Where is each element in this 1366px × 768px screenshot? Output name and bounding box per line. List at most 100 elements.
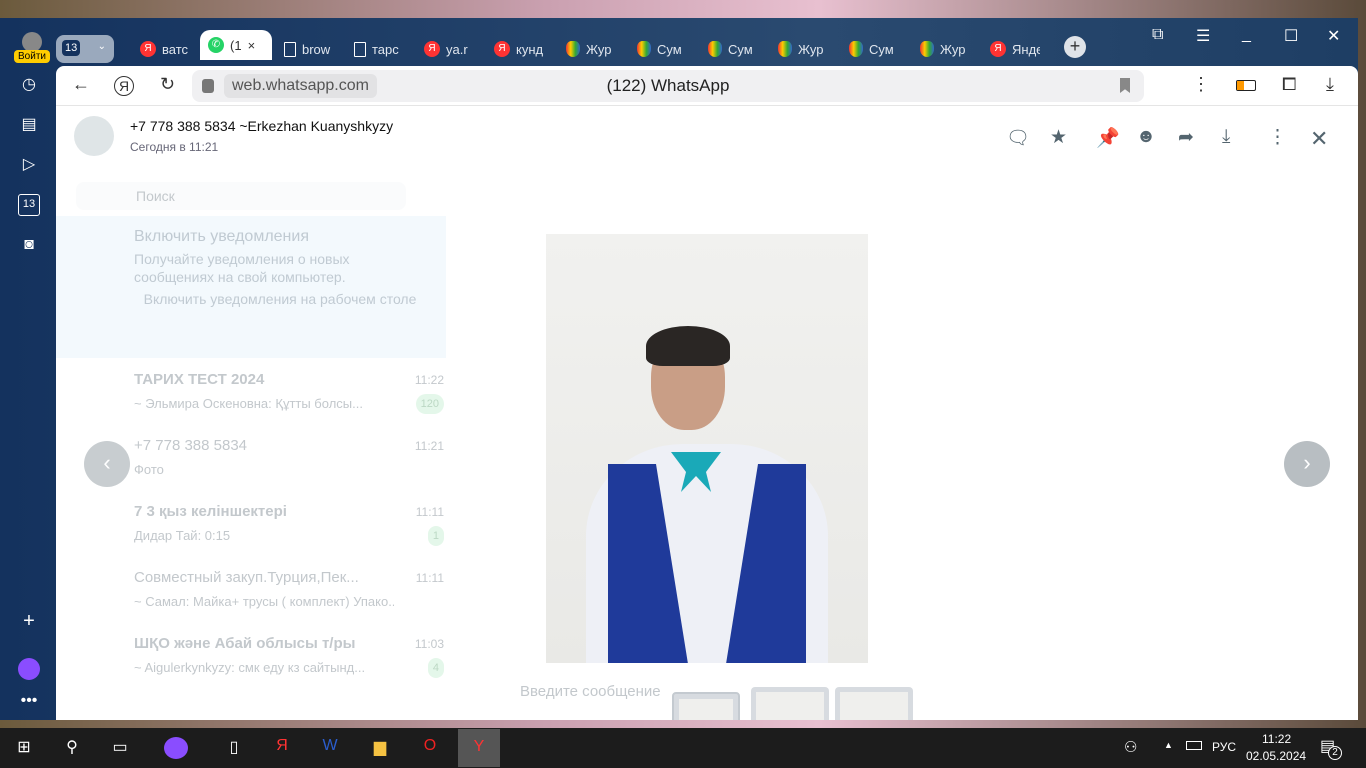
more-vertical-icon[interactable]: ⋮	[1192, 74, 1210, 95]
opera-icon[interactable]: O	[418, 737, 442, 759]
thumbnail[interactable]	[751, 687, 829, 720]
tab-active[interactable]: ✆ (1 ×	[200, 30, 272, 60]
chat-preview: ~ Эльмира Оскеновна: Құтты болсы...	[134, 396, 363, 411]
minimize-button[interactable]: _	[1242, 26, 1251, 44]
tab[interactable]: Сум	[849, 36, 901, 62]
yandex-app-icon[interactable]: Я	[270, 737, 294, 759]
reload-icon[interactable]: ↻	[160, 74, 175, 95]
chat-item[interactable]: Совместный закуп.Турция,Пек... 11:11 ~ Сам…	[134, 568, 444, 634]
tab[interactable]: Сум	[637, 36, 689, 62]
chat-preview: Дидар Тай: 0:15	[134, 528, 231, 543]
chat-name: ШҚО және Абай облысы т/ры	[134, 635, 356, 652]
chat-item[interactable]: ТАРИХ ТЕСТ 2024 11:22 ~ Эльмира Оскеновна:…	[134, 370, 444, 436]
notification-banner[interactable]: Включить уведомления Получайте уведомлен…	[56, 216, 446, 358]
task-view-icon[interactable]: ▭	[108, 737, 132, 759]
alice-icon[interactable]	[18, 658, 40, 680]
tab-group-button[interactable]: 13 ⌄	[56, 35, 114, 63]
forward-icon[interactable]: ➦	[1178, 126, 1194, 149]
tab[interactable]: тарс	[354, 36, 404, 62]
close-tab-icon[interactable]: ×	[248, 38, 256, 53]
close-viewer-icon[interactable]: ✕	[1310, 126, 1328, 152]
tab-label: Сум	[728, 41, 753, 57]
more-options-icon[interactable]: ⋮	[1268, 126, 1287, 149]
chat-item[interactable]: +7 778 388 5834 11:21 Фото	[134, 436, 444, 502]
menu-icon[interactable]: ☰	[1196, 26, 1210, 46]
chat-item[interactable]: ШҚО және Абай облысы т/ры 11:03 ~ Aigulerk…	[134, 634, 444, 700]
battery-saver-icon[interactable]	[1236, 80, 1256, 91]
bookmarks-icon[interactable]: ⧉	[1152, 26, 1163, 44]
clock-date[interactable]: 02.05.2024	[1246, 749, 1306, 763]
chat-name: 7 3 қыз келіншектері	[134, 503, 287, 520]
clock-time[interactable]: 11:22	[1262, 732, 1291, 746]
download-icon[interactable]: ⤓	[1222, 126, 1230, 148]
tab[interactable]: Я Янде	[990, 36, 1040, 62]
battery-icon[interactable]	[1186, 741, 1202, 750]
reply-icon[interactable]: 🗨	[1006, 126, 1030, 150]
history-icon[interactable]: ◷	[18, 74, 40, 96]
new-tab-button[interactable]: +	[1064, 36, 1086, 58]
page-title: (122) WhatsApp	[606, 76, 730, 95]
browser-toolbar: ← Я ↻ web.whatsapp.com (122) WhatsApp ⋮ …	[56, 66, 1358, 106]
tab-label: кунд	[516, 41, 544, 57]
chat-time: 11:11	[415, 571, 444, 585]
tab[interactable]: Якунд	[494, 36, 549, 62]
login-button[interactable]: Войти	[14, 50, 50, 63]
chat-time: 11:11	[415, 505, 444, 519]
unread-badge: 120	[415, 394, 444, 414]
tab-label: ya.r	[446, 41, 468, 57]
pin-icon[interactable]: 📌	[1096, 126, 1120, 150]
yandex-icon: Я	[424, 41, 440, 57]
maximize-button[interactable]: ☐	[1284, 26, 1298, 46]
page-content: ← Я ↻ web.whatsapp.com (122) WhatsApp ⋮ …	[56, 66, 1358, 720]
chat-item[interactable]: 7 3 қыз келіншектері 11:11 Дидар Тай: 0:15…	[134, 502, 444, 568]
react-emoji-icon[interactable]: ☻	[1136, 126, 1156, 148]
tab[interactable]: Жур	[566, 36, 618, 62]
more-icon[interactable]: •••	[18, 690, 40, 712]
diary-hand-icon	[566, 41, 580, 57]
file-icon[interactable]: ▯	[222, 737, 246, 759]
search-icon[interactable]: ⚲	[60, 737, 84, 759]
previous-media-button[interactable]: ‹	[84, 441, 130, 487]
search-input[interactable]: Поиск	[76, 182, 406, 210]
chat-name: +7 778 388 5834	[134, 437, 248, 454]
profile-avatar[interactable]	[22, 32, 42, 52]
show-hidden-icons[interactable]: ▲	[1164, 740, 1173, 750]
message-input[interactable]: Введите сообщение	[520, 683, 661, 700]
tab[interactable]: Яya.r	[424, 36, 484, 62]
video-icon[interactable]: ▷	[18, 154, 40, 176]
next-media-button[interactable]: ›	[1284, 441, 1330, 487]
tab[interactable]: Жур	[778, 36, 830, 62]
tab[interactable]: brow	[284, 36, 334, 62]
tabs-counter-icon[interactable]: 13	[18, 194, 40, 216]
language-indicator[interactable]: РУС	[1212, 740, 1236, 754]
tab-label: Жур	[586, 41, 612, 57]
windows-start-icon[interactable]: ⊞	[12, 737, 36, 759]
back-icon[interactable]: ←	[72, 74, 90, 95]
tab[interactable]: Сум	[708, 36, 760, 62]
thumbnail[interactable]	[835, 687, 913, 720]
close-window-button[interactable]: ✕	[1327, 26, 1340, 46]
add-icon[interactable]: +	[18, 610, 40, 632]
downloads-icon[interactable]: ⤓	[1326, 74, 1334, 95]
yandex-home-icon[interactable]: Я	[114, 76, 134, 96]
collections-icon[interactable]: ▤	[18, 114, 40, 136]
alice-icon[interactable]	[164, 737, 188, 759]
tab[interactable]: Яватс	[140, 36, 190, 62]
address-bar[interactable]: web.whatsapp.com (122) WhatsApp	[192, 70, 1144, 102]
people-icon[interactable]: ⚇	[1124, 738, 1137, 756]
screenshot-icon[interactable]: ◙	[18, 234, 40, 256]
extensions-icon[interactable]: ⧠	[1282, 74, 1296, 95]
whatsapp-background: Поиск Включить уведомления Получайте уве…	[56, 106, 456, 720]
tab-label: Сум	[657, 41, 682, 57]
diary-hand-icon	[778, 41, 792, 57]
file-explorer-icon[interactable]: ▆	[368, 737, 392, 759]
tab[interactable]: Жур	[920, 36, 972, 62]
banner-link[interactable]: Включить уведомления на рабочем столе	[134, 290, 426, 308]
word-icon[interactable]: W	[318, 737, 342, 759]
yandex-browser-icon[interactable]: Y	[458, 729, 500, 767]
thumbnail-selected[interactable]	[672, 692, 740, 720]
chat-time: 11:22	[414, 373, 444, 387]
tab-label: Сум	[869, 41, 894, 57]
star-icon[interactable]: ★	[1050, 126, 1067, 149]
tab-label: тарс	[372, 41, 399, 57]
